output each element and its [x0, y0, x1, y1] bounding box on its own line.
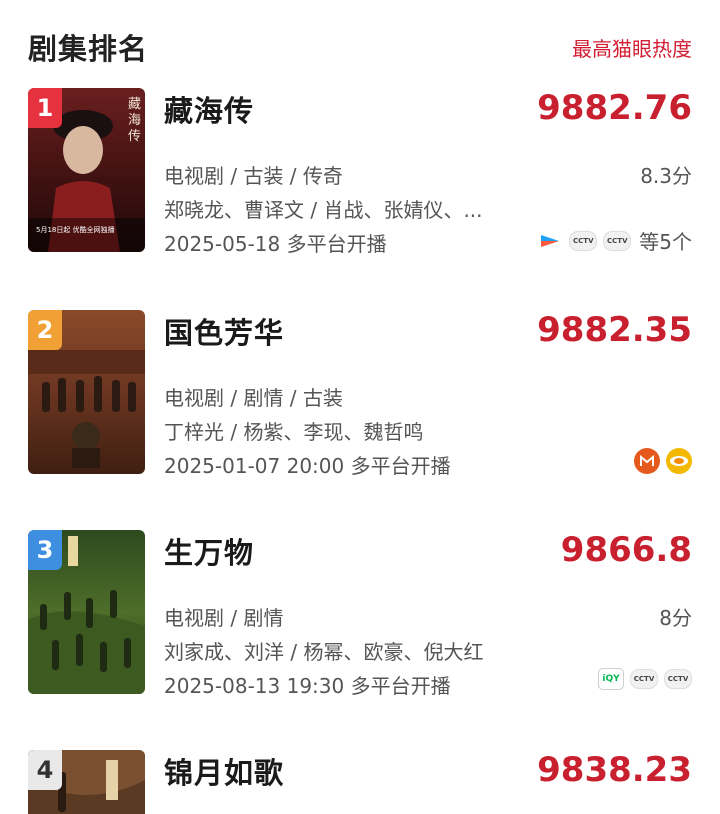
- platform-list: iQY CCTV CCTV: [598, 668, 692, 690]
- poster-image-4[interactable]: 4: [28, 750, 145, 814]
- poster-image-1[interactable]: 藏 海 传 5月18日起 优酷全网独播 1: [28, 88, 145, 252]
- list-item-1[interactable]: 藏 海 传 5月18日起 优酷全网独播 1 藏海传 9882.76 电视剧 / …: [0, 88, 720, 308]
- cctv-icon: CCTV: [664, 669, 692, 689]
- score-text: 8分: [659, 606, 692, 630]
- platform-list: [634, 448, 692, 474]
- release-text: 2025-08-13 19:30 多平台开播: [164, 674, 451, 698]
- poster-image-3[interactable]: 3: [28, 530, 145, 694]
- poster-image-2[interactable]: 2: [28, 310, 145, 474]
- list-item-4[interactable]: 4 锦月如歌 9838.23: [0, 750, 720, 814]
- poster-title-char: 藏: [128, 97, 141, 112]
- poster-caption: 5月18日起 优酷全网独播: [36, 225, 115, 234]
- genre-text: 电视剧 / 古装 / 传奇: [164, 164, 343, 188]
- rank-badge: 1: [28, 88, 62, 128]
- youku-icon: [537, 228, 563, 254]
- rank-badge: 4: [28, 750, 62, 790]
- page-title: 剧集排名: [28, 32, 149, 66]
- iqiyi-icon: iQY: [598, 668, 624, 690]
- page-header: 剧集排名 最高猫眼热度: [0, 0, 720, 80]
- score-text: 8.3分: [640, 164, 692, 188]
- heat-value: 9882.76: [537, 88, 692, 128]
- cast-text: 郑晓龙、曹译文 / 肖战、张婧仪、...: [164, 198, 483, 222]
- show-title[interactable]: 生万物: [164, 530, 254, 572]
- cctv-icon: CCTV: [603, 230, 632, 251]
- poster-title-char: 传: [128, 129, 141, 144]
- genre-text: 电视剧 / 剧情 / 古装: [164, 386, 343, 410]
- cast-text: 丁梓光 / 杨紫、李现、魏哲鸣: [164, 420, 424, 444]
- platform-more[interactable]: 等5个: [639, 226, 692, 255]
- poster-title-char: 海: [128, 113, 141, 128]
- cast-text: 刘家成、刘洋 / 杨幂、欧豪、倪大红: [164, 640, 484, 664]
- genre-text: 电视剧 / 剧情: [164, 606, 284, 630]
- show-title[interactable]: 锦月如歌: [164, 750, 284, 792]
- show-title[interactable]: 国色芳华: [164, 310, 284, 352]
- cctv-icon: CCTV: [630, 669, 658, 689]
- hunan-tv-icon: [666, 448, 692, 474]
- platform-list: CCTV CCTV 等5个: [537, 226, 692, 255]
- mgtv-icon: [634, 448, 660, 474]
- rank-badge: 2: [28, 310, 62, 350]
- heat-value: 9838.23: [537, 750, 692, 790]
- release-text: 2025-01-07 20:00 多平台开播: [164, 454, 451, 478]
- cctv-icon: CCTV: [569, 230, 598, 251]
- heat-value: 9866.8: [560, 530, 692, 570]
- heat-value: 9882.35: [537, 310, 692, 350]
- release-text: 2025-05-18 多平台开播: [164, 232, 387, 256]
- show-title[interactable]: 藏海传: [164, 88, 254, 130]
- list-item-2[interactable]: 2 国色芳华 9882.35 电视剧 / 剧情 / 古装 丁梓光 / 杨紫、李现…: [0, 310, 720, 530]
- sort-label[interactable]: 最高猫眼热度: [572, 33, 692, 62]
- rank-badge: 3: [28, 530, 62, 570]
- list-item-3[interactable]: 3 生万物 9866.8 电视剧 / 剧情 8分 刘家成、刘洋 / 杨幂、欧豪、…: [0, 530, 720, 750]
